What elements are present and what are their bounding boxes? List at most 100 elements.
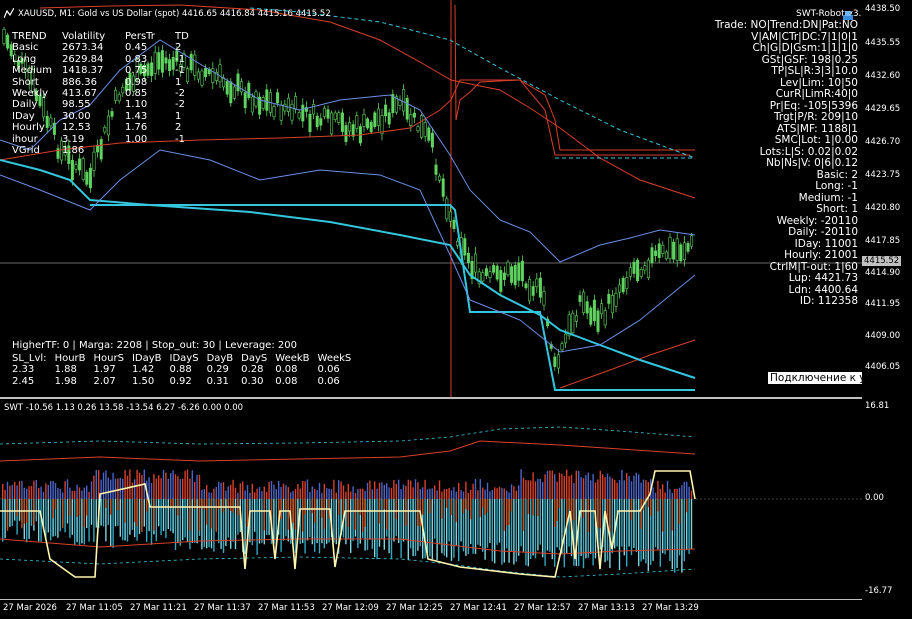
trend-cell: 1418.37 (62, 65, 104, 77)
price-axis[interactable]: 4438.50 4435.55 4432.60 4429.65 4426.70 … (862, 0, 912, 397)
candle-body (283, 103, 287, 112)
trend-cell: 1.76 (125, 122, 148, 134)
indicator-bar-up (359, 488, 361, 499)
indicator-bar-up (450, 490, 453, 499)
indicator-bar-up (594, 482, 597, 499)
swt-indicator-chart[interactable] (0, 399, 862, 599)
indicator-bar-overlay (503, 499, 505, 531)
indicator-bar-down (11, 499, 13, 526)
indicator-bar-up (114, 478, 117, 499)
indicator-bar-overlay (587, 499, 589, 532)
candle-body (204, 67, 208, 78)
candle-body (585, 301, 589, 314)
indicator-bar-up (453, 487, 455, 499)
price-tick: 4426.70 (865, 137, 901, 147)
indicator-bar-up (189, 478, 191, 499)
indicator-bar-down (184, 499, 186, 538)
indicator-bar-up (71, 490, 73, 499)
indicator-bar-up (539, 478, 541, 499)
candle-body (243, 92, 247, 109)
trend-row: Long 2629.84 0.83 -1 (12, 54, 189, 65)
indicator-bar-down (518, 499, 520, 556)
indicator-bar-down (438, 499, 441, 545)
indicator-bar-up (225, 490, 227, 499)
indicator-bar-up (489, 491, 491, 499)
trend-cell: 2 (175, 42, 182, 54)
indicator-bar-down (258, 499, 261, 544)
indicator-bar-down (112, 499, 114, 548)
candle-body (542, 291, 546, 306)
robot-hat-icon[interactable] (842, 7, 854, 20)
indicator-bar-up (515, 490, 517, 499)
sl-cell: 2.07 (93, 375, 116, 387)
indicator-bar-up (522, 477, 525, 499)
sl-col-header: DayS (241, 353, 268, 364)
indicator-bar-down (645, 499, 647, 564)
indicator-bar-up (614, 479, 616, 499)
indicator-bar-up (412, 487, 414, 499)
indicator-bar-up (162, 470, 165, 499)
indicator-bar-up (117, 478, 119, 499)
indicator-bar-up (50, 481, 52, 499)
indicator-bar-down (122, 499, 124, 541)
candle-body (326, 109, 330, 119)
indicator-bar-up (220, 482, 222, 499)
indicator-bar-up (390, 487, 393, 499)
indicator-bar-up (208, 492, 210, 499)
indicator-bar-up (201, 489, 203, 499)
indicator-bar-up (503, 488, 505, 499)
indicator-axis[interactable]: 16.81 0.00 -16.77 (862, 399, 912, 599)
candle-body (373, 112, 377, 127)
indicator-bar-overlay (522, 499, 525, 531)
indicator-bar-overlay (597, 499, 599, 528)
indicator-bar-down (316, 499, 318, 544)
price-tick: 4429.65 (865, 104, 901, 114)
candle-body (337, 112, 341, 123)
indicator-bar-down (498, 499, 501, 543)
indicator-bar-up (40, 486, 42, 499)
indicator-bar-overlay (450, 499, 453, 516)
indicator-bar-overlay (678, 499, 681, 524)
indicator-bar-up (338, 480, 340, 499)
indicator-bar-down (282, 499, 285, 541)
chart-window-icon[interactable] (3, 7, 15, 21)
trend-cell: 98.55 (62, 99, 91, 111)
indicator-bar-down (167, 499, 169, 529)
indicator-tick: -16.77 (865, 586, 893, 596)
indicator-bar-overlay (486, 499, 489, 513)
indicator-bar-overlay (338, 499, 340, 515)
indicator-bar-up (549, 470, 551, 499)
indicator-bar-up (23, 487, 25, 499)
indicator-bar-up (261, 491, 263, 499)
indicator-bar-up (484, 489, 486, 499)
indicator-bar-up (501, 487, 503, 499)
indicator-bar-up (194, 481, 196, 499)
indicator-bar-overlay (189, 499, 191, 531)
indicator-bar-up (148, 477, 150, 499)
candle-body (412, 112, 416, 118)
candle-body (272, 106, 276, 118)
indicator-bar-up (486, 482, 489, 499)
trend-cell: 0.75 (125, 65, 148, 77)
trend-cell: 0.98 (125, 76, 148, 88)
time-tick: 27 Mar 12:57 (514, 603, 571, 613)
robot-status-line: TP|SL|R:3|3|10.0 (771, 65, 858, 77)
indicator-bar-up (623, 480, 625, 499)
indicator-bar-overlay (292, 499, 294, 523)
indicator-bar-up (285, 485, 287, 499)
indicator-bar-down (14, 499, 16, 521)
indicator-bar-overlay (230, 499, 232, 511)
indicator-bar-up (198, 474, 201, 499)
indicator-bar-up (628, 476, 630, 499)
indicator-bar-down (165, 499, 167, 539)
indicator-bar-down (59, 499, 61, 532)
indicator-bar-up (350, 491, 352, 499)
indicator-bar-up (513, 486, 515, 499)
indicator-bar-down (74, 499, 76, 545)
candle-body (643, 265, 647, 271)
indicator-bar-up (441, 491, 443, 499)
indicator-bar-down (690, 499, 693, 550)
candle-body (578, 295, 582, 302)
indicator-bar-overlay (558, 499, 561, 508)
indicator-bar-up (129, 469, 131, 499)
